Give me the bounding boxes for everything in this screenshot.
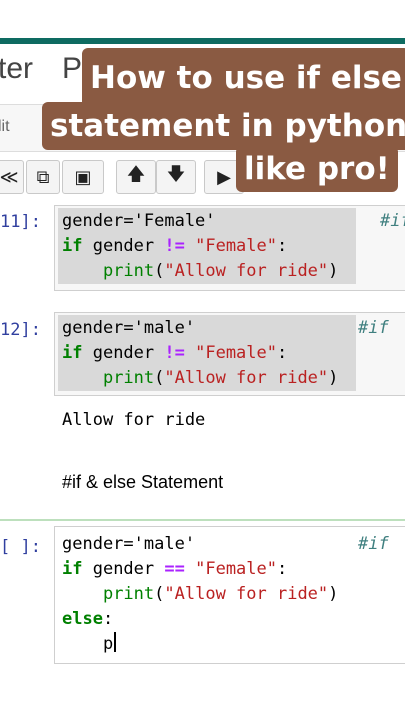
cell-2-code[interactable]: gender='male' #if if gender != "Female": … (62, 316, 389, 391)
cell-2-output: Allow for ride (62, 410, 206, 430)
arrow-up-icon: 🡅 (126, 164, 146, 185)
copy-button[interactable]: ⧉ (26, 160, 60, 194)
arrow-down-icon: 🡇 (166, 164, 186, 185)
markdown-cell[interactable]: #if & else Statement (62, 472, 223, 493)
cell-3-code[interactable]: gender='male' #if if gender == "Female": … (62, 532, 389, 657)
overlay-line-1: How to use if else (82, 48, 405, 108)
run-icon: ▶ (217, 166, 231, 188)
cell-2-prompt: 12]: (0, 320, 41, 340)
cell-1-code[interactable]: gender='Female'#if if gender != "Female"… (62, 209, 405, 284)
paste-button[interactable]: ▣ (62, 160, 104, 194)
menu-edit[interactable]: lit (0, 118, 10, 136)
cell-3-prompt: [ ]: (0, 537, 41, 557)
code-comment: #if (380, 211, 405, 231)
code-line: gender='male' (62, 534, 196, 554)
browser-top (0, 0, 405, 38)
cell-1-prompt: 11]: (0, 212, 41, 232)
text-cursor (114, 632, 117, 652)
paste-icon: ▣ (74, 166, 92, 188)
move-down-button[interactable]: 🡇 (156, 160, 196, 194)
selected-cell-marker (0, 519, 405, 521)
overlay-line-2: statement in python (42, 102, 405, 150)
copy-icon: ⧉ (36, 166, 50, 188)
overlay-line-3: like pro! (236, 146, 398, 192)
code-line: gender='male' (62, 318, 196, 338)
code-comment: #if (358, 534, 389, 554)
chevron-icon: ≪ (0, 166, 19, 188)
move-up-button[interactable]: 🡅 (116, 160, 156, 194)
notebook-name[interactable]: P (62, 52, 82, 86)
app-title: ter (0, 52, 34, 85)
code-comment: #if (358, 318, 389, 338)
code-line: gender='Female' (62, 211, 216, 231)
cut-button[interactable]: ≪ (0, 160, 24, 194)
